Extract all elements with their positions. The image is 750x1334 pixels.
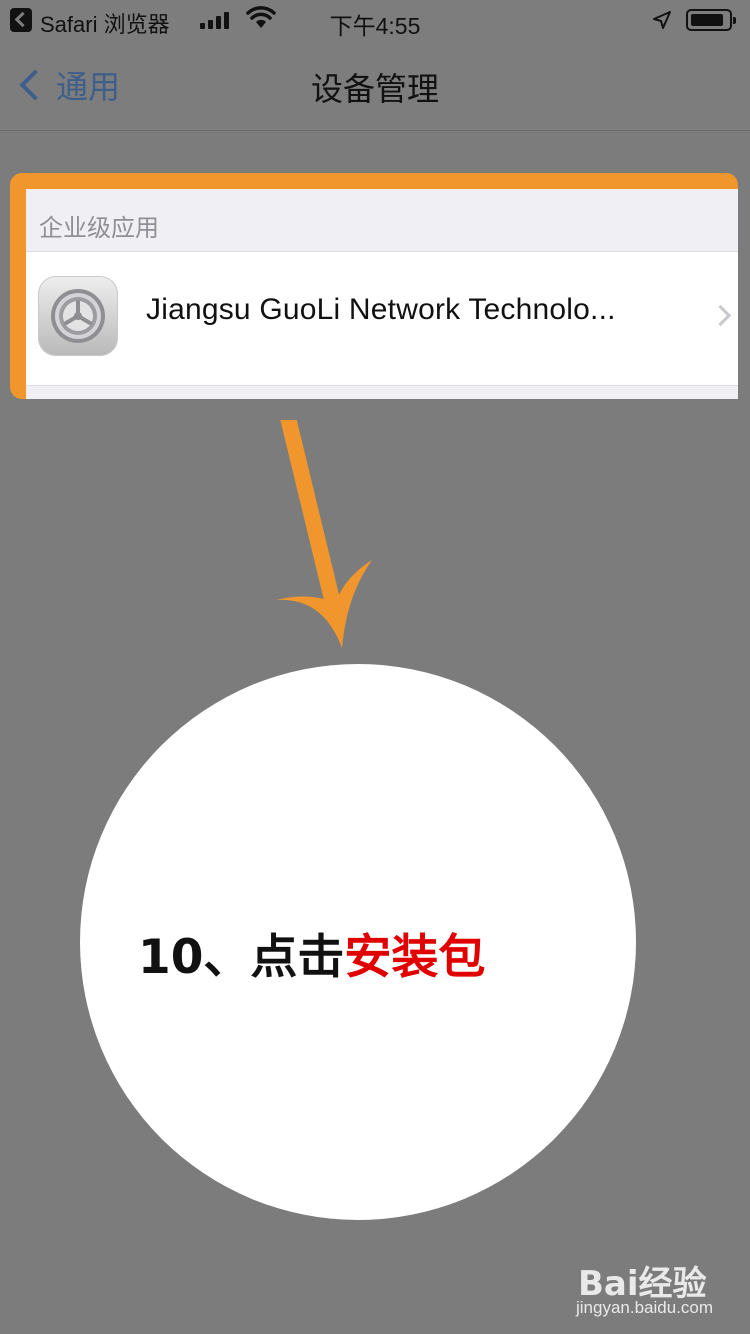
enterprise-app-name: Jiangsu GuoLi Network Technolo... bbox=[146, 293, 616, 326]
section-header-label: 企业级应用 bbox=[39, 215, 159, 242]
pointer-arrow-icon bbox=[276, 420, 372, 648]
chevron-right-icon bbox=[709, 304, 732, 327]
enterprise-app-row[interactable]: Jiangsu GuoLi Network Technolo... bbox=[26, 251, 738, 386]
location-arrow-icon bbox=[653, 11, 671, 29]
step-instruction: 10、点击安装包 bbox=[138, 918, 485, 987]
page-title: 设备管理 bbox=[310, 71, 439, 107]
watermark-url: jingyan.baidu.com bbox=[576, 1298, 714, 1317]
settings-gear-icon bbox=[38, 276, 118, 356]
enterprise-app-section: 企业级应用 Jiangsu GuoLi Network Technolo... bbox=[26, 189, 738, 399]
baidu-jingyan-watermark: Bai经验 jingyan.baidu.com bbox=[576, 1256, 713, 1317]
section-header: 企业级应用 bbox=[26, 189, 738, 251]
highlight-frame: 企业级应用 Jiangsu GuoLi Network Technolo... bbox=[10, 173, 738, 399]
battery-icon bbox=[686, 9, 736, 31]
step-prefix: 10、点击 bbox=[138, 930, 345, 985]
status-time: 下午4:55 bbox=[329, 13, 421, 39]
status-bar: Safari 浏览器 下午4:55 bbox=[0, 0, 750, 40]
step-highlight: 安装包 bbox=[344, 930, 486, 985]
